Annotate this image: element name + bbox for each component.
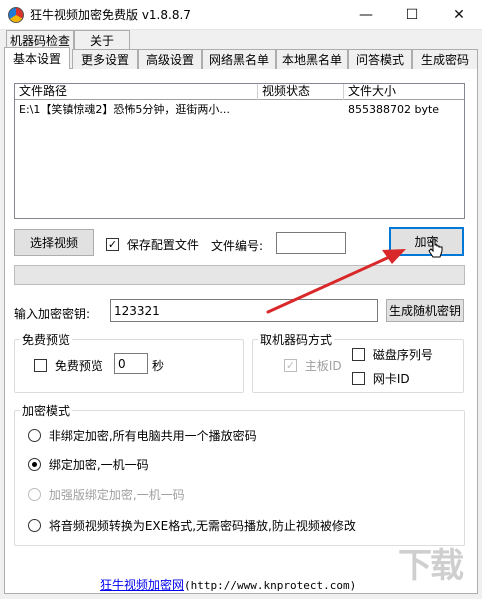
- maximize-button[interactable]: ☐: [389, 0, 435, 30]
- encrypt-mode-legend: 加密模式: [20, 402, 73, 419]
- nic-id-checkbox[interactable]: [352, 372, 365, 385]
- mode-label-bound: 绑定加密,一机一码: [48, 458, 149, 472]
- tab-generate-password[interactable]: 生成密码: [412, 49, 478, 69]
- tab-label: 更多设置: [80, 53, 129, 67]
- mode-option-bound[interactable]: 绑定加密,一机一码: [28, 456, 149, 473]
- mainboard-id-checkbox: ✓: [284, 359, 297, 372]
- mode-label-exe: 将音频视频转换为EXE格式,无需密码播放,防止视频被修改: [48, 519, 356, 533]
- column-header-size[interactable]: 文件大小: [344, 84, 464, 100]
- save-config-label: 保存配置文件: [126, 238, 199, 252]
- mode-radio-exe[interactable]: [28, 519, 41, 532]
- file-list[interactable]: 文件路径 视频状态 文件大小 E:\1【笑镇惊魂2】恐怖5分钟，逛街两小... …: [14, 83, 465, 219]
- table-row[interactable]: E:\1【笑镇惊魂2】恐怖5分钟，逛街两小... 855388702 byte: [15, 102, 464, 118]
- tab-local-blacklist[interactable]: 本地黑名单: [276, 49, 348, 69]
- mode-label-unbound: 非绑定加密,所有电脑共用一个播放密码: [48, 429, 257, 443]
- tab-label: 网络黑名单: [208, 53, 269, 67]
- preview-seconds-input[interactable]: 0: [114, 353, 148, 374]
- disk-serial-checkbox[interactable]: [352, 348, 365, 361]
- encryption-key-input[interactable]: 123321: [110, 299, 378, 322]
- encryption-key-label: 输入加密密钥:: [14, 307, 91, 321]
- progress-bar: [14, 265, 465, 285]
- minimize-button[interactable]: —: [343, 0, 389, 30]
- save-config-checkbox[interactable]: ✓: [106, 238, 119, 251]
- file-size-cell: 855388702 byte: [348, 103, 440, 116]
- generate-random-key-button[interactable]: 生成随机密钥: [386, 299, 464, 322]
- footer-site-name[interactable]: 狂牛视频加密网: [100, 578, 184, 592]
- title-bar: 狂牛视频加密免费版 v1.8.8.7 — ☐ ✕: [0, 0, 482, 30]
- tab-about[interactable]: 关于: [74, 30, 130, 49]
- close-button[interactable]: ✕: [436, 0, 482, 30]
- nic-id-option[interactable]: 网卡ID: [352, 370, 410, 387]
- tab-label: 问答模式: [355, 53, 404, 67]
- file-list-header: 文件路径 视频状态 文件大小: [15, 84, 464, 100]
- watermark-logo: 下载吧: [398, 546, 464, 586]
- tab-label: 关于: [89, 33, 114, 48]
- disk-serial-label: 磁盘序列号: [372, 348, 433, 362]
- mode-option-exe[interactable]: 将音频视频转换为EXE格式,无需密码播放,防止视频被修改: [28, 517, 356, 534]
- tab-label: 本地黑名单: [281, 53, 342, 67]
- free-preview-label: 免费预览: [54, 359, 103, 373]
- tab-label: 基本设置: [12, 52, 61, 66]
- file-path-cell: E:\1【笑镇惊魂2】恐怖5分钟，逛街两小...: [19, 103, 230, 116]
- footer-site-url: (http://www.knprotect.com): [184, 579, 357, 592]
- tab-label: 生成密码: [420, 53, 469, 67]
- mainboard-id-option: ✓ 主板ID: [284, 357, 342, 374]
- encrypt-button[interactable]: 加密: [389, 227, 464, 256]
- mode-radio-bound[interactable]: [28, 458, 41, 471]
- footer-website-link[interactable]: 狂牛视频加密网(http://www.knprotect.com): [100, 576, 356, 593]
- tab-label: 高级设置: [145, 53, 194, 67]
- tab-qa-mode[interactable]: 问答模式: [348, 49, 412, 69]
- app-logo-icon: [8, 6, 24, 23]
- free-preview-legend: 免费预览: [20, 331, 73, 348]
- mode-option-enhanced: 加强版绑定加密,一机一码: [28, 486, 185, 503]
- tab-advanced-settings[interactable]: 高级设置: [138, 49, 202, 69]
- mode-radio-enhanced: [28, 488, 41, 501]
- window-title: 狂牛视频加密免费版 v1.8.8.7: [30, 8, 191, 22]
- mainboard-id-label: 主板ID: [304, 359, 342, 373]
- save-config-checkbox-row[interactable]: ✓ 保存配置文件: [106, 236, 199, 253]
- free-preview-checkbox[interactable]: [34, 359, 47, 372]
- seconds-unit-label: 秒: [152, 359, 165, 373]
- select-video-button[interactable]: 选择视频: [14, 229, 94, 256]
- mode-option-unbound[interactable]: 非绑定加密,所有电脑共用一个播放密码: [28, 427, 257, 444]
- mode-label-enhanced: 加强版绑定加密,一机一码: [48, 488, 185, 502]
- disk-serial-option[interactable]: 磁盘序列号: [352, 346, 433, 363]
- tab-label: 机器码检查: [9, 33, 70, 48]
- file-number-label: 文件编号:: [211, 239, 264, 253]
- nic-id-label: 网卡ID: [372, 372, 410, 386]
- free-preview-checkbox-row[interactable]: 免费预览: [34, 357, 103, 374]
- column-header-status[interactable]: 视频状态: [258, 84, 344, 100]
- tab-network-blacklist[interactable]: 网络黑名单: [202, 49, 276, 69]
- mode-radio-unbound[interactable]: [28, 429, 41, 442]
- tab-basic-settings[interactable]: 基本设置: [4, 47, 70, 69]
- file-number-input[interactable]: [276, 232, 346, 254]
- mouse-cursor-icon: [428, 238, 443, 258]
- tab-more-settings[interactable]: 更多设置: [72, 49, 138, 69]
- column-header-path[interactable]: 文件路径: [15, 84, 258, 100]
- machine-code-legend: 取机器码方式: [258, 331, 335, 348]
